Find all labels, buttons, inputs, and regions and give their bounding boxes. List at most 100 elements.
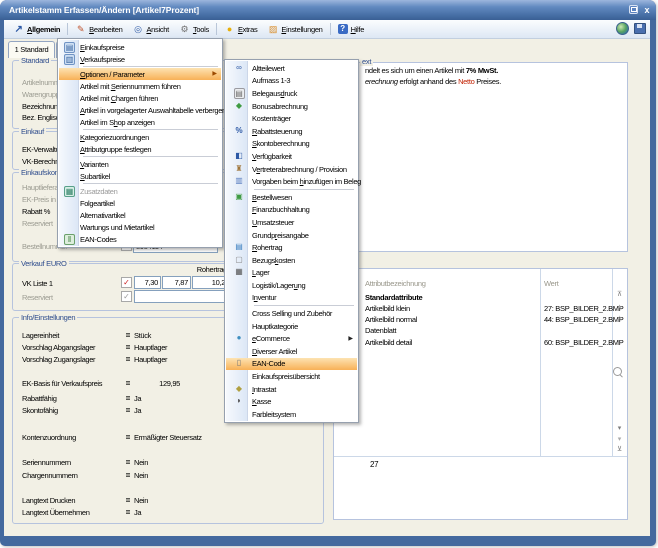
menu-item-verfügbarkeit[interactable]: ◧Verfügbarkeit xyxy=(226,150,357,163)
menu-item-label: Kategoriezuordnungen xyxy=(80,133,149,142)
bonus-icon: ◆ xyxy=(234,101,245,112)
menu-item-label: Logistik/Lagerung xyxy=(252,281,305,290)
info-label-rabattfähig: Rabattfähig xyxy=(22,394,57,403)
menu-item-rohertrag[interactable]: ▤Rohertrag xyxy=(226,241,357,254)
vk-liste-edit-icon[interactable]: ✓ xyxy=(121,277,132,288)
info-value-langtext-drucken: Nein xyxy=(134,496,148,505)
infotext-box-label: ext xyxy=(360,57,373,66)
menu-item-folgeartikel[interactable]: Folgeartikel xyxy=(59,197,221,209)
menubar-item-extras[interactable]: ●Extras xyxy=(219,23,262,36)
scroll-to-bottom-icon[interactable]: ⊻ xyxy=(615,446,624,453)
attributes-header-value[interactable]: Wert xyxy=(544,279,559,288)
menu-item-logistik-lagerung[interactable]: Logistik/Lagerung xyxy=(226,279,357,292)
menu-item-altteilewert[interactable]: ∞Altteilewert xyxy=(226,62,357,75)
menu-item-label: Lager xyxy=(252,268,269,277)
infotext-box xyxy=(333,62,628,252)
attribute-row-name[interactable]: Standardattribute xyxy=(365,293,422,302)
info-label-chargennummern: Chargennummern xyxy=(22,471,78,480)
menubar-item-hilfe[interactable]: ?Hilfe xyxy=(333,23,370,35)
menu-item-artikel-im-shop-anzeigen[interactable]: Artikel im Shop anzeigen xyxy=(59,116,221,128)
menubar-item-allgemein[interactable]: ↗Allgemein xyxy=(8,23,65,36)
menu-item-intrastat[interactable]: ◆Intrastat xyxy=(226,383,357,396)
menu-item-bestellwesen[interactable]: ▣Bestellwesen xyxy=(226,191,357,204)
menubar-item-ansicht[interactable]: ◎Ansicht xyxy=(127,23,174,36)
attribute-row-value[interactable]: 44: BSP_BILDER_2.BMP xyxy=(544,315,623,324)
vk-price-2-input[interactable] xyxy=(162,276,191,289)
menu-item-kategoriezuordnungen[interactable]: Kategoriezuordnungen xyxy=(59,131,221,143)
menu-item-grundpreisangabe[interactable]: Grundpreisangabe xyxy=(226,229,357,242)
menu-item-wartungs-und-mietartikel[interactable]: Wartungs und Mietartikel xyxy=(59,221,221,233)
restore-window-button[interactable] xyxy=(629,5,638,14)
scroll-down-page-icon[interactable]: ▾ xyxy=(615,436,624,443)
menu-item-einkaufspreisübersicht[interactable]: Einkaufspreisübersicht xyxy=(226,370,357,383)
attribute-row-name[interactable]: Artikelbild normal xyxy=(365,315,417,324)
submenu-arrow-icon: ▶ xyxy=(212,70,221,78)
menu-item-diverser-artikel[interactable]: Diverser Artikel xyxy=(226,345,357,358)
menu-item-vorgaben-beim-hinzufügen-im-beleg[interactable]: ▥Vorgaben beim hinzufügen im Beleg xyxy=(226,175,357,188)
printer-icon: ▤ xyxy=(234,88,245,99)
globe-icon[interactable] xyxy=(616,22,629,35)
menu-item-lager[interactable]: ▦Lager xyxy=(226,267,357,280)
menu-item-artikel-mit-seriennummern-führen[interactable]: Artikel mit Seriennummern führen xyxy=(59,80,221,92)
glasses-icon: ∞ xyxy=(234,63,245,74)
menu-item-label: Wartungs und Mietartikel xyxy=(80,223,154,232)
search-icon[interactable] xyxy=(613,367,622,376)
info-einstellungen-group-label: Info/Einstellungen xyxy=(19,313,77,322)
menu-item-zusatzdaten: ▦Zusatzdaten xyxy=(59,185,221,197)
scroll-down-icon[interactable]: ▾ xyxy=(615,425,624,432)
scroll-up-page-icon[interactable]: ▵ xyxy=(615,314,624,321)
reserviert-edit-icon[interactable]: ✓ xyxy=(121,291,132,302)
menu-item-kasse[interactable]: ◗Kasse xyxy=(226,395,357,408)
menu-item-varianten[interactable]: Varianten xyxy=(59,158,221,170)
close-window-button[interactable]: x xyxy=(641,3,653,17)
attribute-row-name[interactable]: Artikelbild klein xyxy=(365,304,410,313)
menu-item-inventur[interactable]: Inventur xyxy=(226,292,357,305)
menu-item-artikel-in-vorgelagerter-auswahltabelle-verbergen[interactable]: Artikel in vorgelagerter Auswahltabelle … xyxy=(59,104,221,116)
menu-item-rabattsteuerung[interactable]: %Rabattsteuerung xyxy=(226,125,357,138)
menu-item-attributgruppe-festlegen[interactable]: Attributgruppe festlegen xyxy=(59,143,221,155)
menu-item-farbleitsystem[interactable]: Farbleitsystem xyxy=(226,408,357,421)
menu-item-ean-codes[interactable]: ‖EAN-Codes xyxy=(59,233,221,245)
menu-item-hauptkategorie[interactable]: Hauptkategorie xyxy=(226,320,357,333)
attribute-row-name[interactable]: Datenblatt xyxy=(365,326,396,335)
menu-item-belegausdruck[interactable]: ▤Belegausdruck xyxy=(226,87,357,100)
tab-standard[interactable]: 1 Standard xyxy=(8,41,55,58)
verkauf-euro-group-label: Verkauf EURO xyxy=(19,259,69,268)
menu-item-einkaufspreise[interactable]: ▤Einkaufspreise xyxy=(59,41,221,53)
menu-item-bezugskosten[interactable]: ▢Bezugskosten xyxy=(226,254,357,267)
scroll-to-top-icon[interactable]: ⊼ xyxy=(615,291,624,298)
save-icon[interactable] xyxy=(634,23,646,34)
menu-item-kostenträger[interactable]: Kostenträger xyxy=(226,112,357,125)
menubar-item-einstellungen[interactable]: ▨Einstellungen xyxy=(262,23,327,36)
menu-item-bonusabrechnung[interactable]: ◆Bonusabrechnung xyxy=(226,100,357,113)
menu-item-optionen-parameter[interactable]: Optionen / Parameter▶ xyxy=(59,68,221,80)
verkauf-reserviert-label: Reserviert xyxy=(22,293,53,302)
menubar-item-tools[interactable]: ⚙Tools xyxy=(174,23,214,36)
scroll-up-icon[interactable]: ▴ xyxy=(615,303,624,310)
menu-item-verkaufspreise[interactable]: ▥Verkaufspreise xyxy=(59,53,221,65)
menu-item-skontoberechnung[interactable]: Skontoberechnung xyxy=(226,138,357,151)
menubar-item-label: Bearbeiten xyxy=(89,25,122,34)
menu-item-subartikel[interactable]: Subartikel xyxy=(59,170,221,182)
menu-item-aufmass-1-3[interactable]: Aufmass 1-3 xyxy=(226,75,357,88)
menu-item-alternativartikel[interactable]: Alternativartikel xyxy=(59,209,221,221)
menu-item-cross-selling-und-zubehör[interactable]: Cross Selling und Zubehör xyxy=(226,307,357,320)
attributes-header-name[interactable]: Attributbezeichnung xyxy=(365,279,426,288)
menubar-item-bearbeiten[interactable]: ✎Bearbeiten xyxy=(70,23,127,36)
attribute-row-name[interactable]: Artikelbild detail xyxy=(365,338,412,347)
info-label-kontenzuordnung: Kontenzuordnung xyxy=(22,433,76,442)
attribute-row-value[interactable]: 27: BSP_BILDER_2.BMP xyxy=(544,304,623,313)
menu-bar: ↗Allgemein ✎Bearbeiten◎Ansicht⚙Tools ●Extr… xyxy=(4,20,650,39)
menu-item-finanzbuchhaltung[interactable]: Finanzbuchhaltung xyxy=(226,204,357,217)
info-label-seriennummern: Seriennummern xyxy=(22,458,71,467)
menu-item-label: Alternativartikel xyxy=(80,211,125,220)
menu-item-ean-code[interactable]: ▯EAN-Code xyxy=(226,358,357,371)
menu-item-umsatzsteuer[interactable]: Umsatzsteuer xyxy=(226,216,357,229)
menu-item-label: Artikel mit Seriennummern führen xyxy=(80,82,181,91)
attribute-row-value[interactable]: 60: BSP_BILDER_2.BMP xyxy=(544,338,623,347)
menu-item-vertreterabrechnung-provision[interactable]: ♜Vertreterabrechnung / Provision xyxy=(226,163,357,176)
menu-item-label: Artikel im Shop anzeigen xyxy=(80,118,155,127)
menu-item-ecommerce[interactable]: ●eCommerce▶ xyxy=(226,332,357,345)
menu-item-artikel-mit-chargen-führen[interactable]: Artikel mit Chargen führen xyxy=(59,92,221,104)
vk-price-1-input[interactable] xyxy=(134,276,161,289)
